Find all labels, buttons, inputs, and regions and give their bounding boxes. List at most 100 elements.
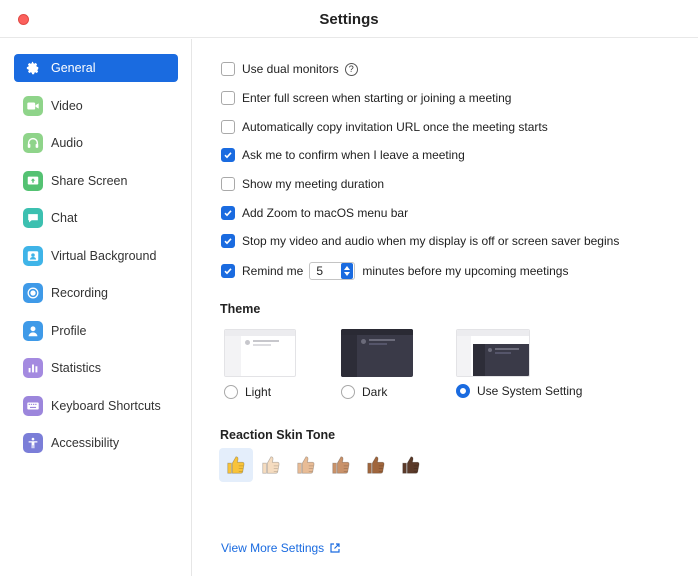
view-more-settings-link[interactable]: View More Settings xyxy=(221,541,341,555)
skin-tone-option[interactable] xyxy=(359,448,393,482)
link-label: View More Settings xyxy=(221,541,325,555)
record-icon xyxy=(23,283,43,303)
option-label: Enter full screen when starting or joini… xyxy=(242,91,512,105)
sidebar-item-audio[interactable]: Audio xyxy=(14,129,178,157)
sidebar-item-label: Video xyxy=(51,99,83,113)
theme-section-title: Theme xyxy=(220,302,261,316)
skin-tone-option[interactable] xyxy=(289,448,323,482)
thumbs-up-icon xyxy=(262,456,280,474)
stop-video-checkbox[interactable] xyxy=(221,234,235,248)
help-icon[interactable]: ? xyxy=(344,62,358,76)
sidebar-item-statistics[interactable]: Statistics xyxy=(14,354,178,382)
person-icon xyxy=(23,321,43,341)
sidebar-item-label: Recording xyxy=(51,286,108,300)
thumbs-up-icon xyxy=(297,456,315,474)
sidebar-item-label: Audio xyxy=(51,136,83,150)
sidebar-item-label: Chat xyxy=(51,211,78,225)
sidebar-item-video[interactable]: Video xyxy=(14,92,178,120)
full-screen-checkbox[interactable] xyxy=(221,91,235,105)
radio-label: Use System Setting xyxy=(477,384,583,398)
sidebar-item-label: Statistics xyxy=(51,361,102,375)
sidebar-item-virtual-background[interactable]: Virtual Background xyxy=(14,242,178,270)
theme-light-radio[interactable] xyxy=(224,385,238,399)
stepper-arrows[interactable] xyxy=(341,263,354,279)
theme-system-option[interactable]: Use System Setting xyxy=(456,384,582,398)
skin-tone-option[interactable] xyxy=(324,448,358,482)
keyboard-icon xyxy=(23,396,43,416)
thumbs-up-icon xyxy=(402,456,420,474)
window-title: Settings xyxy=(319,11,379,28)
titlebar: Settings xyxy=(0,0,698,38)
remind-checkbox[interactable] xyxy=(221,264,235,278)
checkmark-icon xyxy=(224,210,232,217)
chat-bubble-icon xyxy=(23,208,43,228)
theme-light-preview[interactable] xyxy=(224,329,296,377)
bar-chart-icon xyxy=(23,358,43,378)
dual-monitors-checkbox[interactable] xyxy=(221,62,235,76)
skin-tone-option[interactable] xyxy=(254,448,288,482)
confirm-leave-checkbox[interactable] xyxy=(221,148,235,162)
copy-invite-url-checkbox[interactable] xyxy=(221,120,235,134)
sidebar: General Video Audio Share Screen Chat Vi… xyxy=(0,39,192,576)
remind-minutes-value[interactable]: 5 xyxy=(310,264,341,278)
sidebar-item-label: Share Screen xyxy=(51,174,128,188)
gear-icon xyxy=(23,58,43,78)
option-label: Automatically copy invitation URL once t… xyxy=(242,120,548,134)
remind-prefix: Remind me xyxy=(242,264,304,278)
theme-system-radio[interactable] xyxy=(456,384,470,398)
full-screen-option[interactable]: Enter full screen when starting or joini… xyxy=(221,89,511,107)
radio-label: Light xyxy=(245,385,272,399)
general-settings-panel: Use dual monitors ? Enter full screen wh… xyxy=(193,39,698,576)
skin-tone-option[interactable] xyxy=(394,448,428,482)
stop-video-option[interactable]: Stop my video and audio when my display … xyxy=(221,232,619,250)
option-label: Add Zoom to macOS menu bar xyxy=(242,206,409,220)
share-screen-icon xyxy=(23,171,43,191)
meeting-duration-checkbox[interactable] xyxy=(221,177,235,191)
settings-window: Settings General Video Audio Share Scree… xyxy=(0,0,698,576)
checkmark-icon xyxy=(224,238,232,245)
remind-minutes-stepper[interactable]: 5 xyxy=(309,262,356,280)
sidebar-item-label: Virtual Background xyxy=(51,249,157,263)
option-label: Show my meeting duration xyxy=(242,177,385,191)
meeting-duration-option[interactable]: Show my meeting duration xyxy=(221,175,384,193)
sidebar-item-general[interactable]: General xyxy=(14,54,178,82)
sidebar-item-profile[interactable]: Profile xyxy=(14,317,178,345)
person-background-icon xyxy=(23,246,43,266)
headphones-icon xyxy=(23,133,43,153)
option-label: Ask me to confirm when I leave a meeting xyxy=(242,148,465,162)
sidebar-item-label: General xyxy=(51,61,96,75)
thumbs-up-icon xyxy=(367,456,385,474)
video-camera-icon xyxy=(23,96,43,116)
external-link-icon xyxy=(330,543,340,553)
checkmark-icon xyxy=(224,268,232,275)
thumbs-up-icon xyxy=(332,456,350,474)
theme-dark-radio[interactable] xyxy=(341,385,355,399)
theme-dark-option[interactable]: Dark xyxy=(341,385,387,399)
radio-label: Dark xyxy=(362,385,388,399)
confirm-leave-option[interactable]: Ask me to confirm when I leave a meeting xyxy=(221,146,465,164)
sidebar-item-chat[interactable]: Chat xyxy=(14,204,178,232)
sidebar-item-keyboard-shortcuts[interactable]: Keyboard Shortcuts xyxy=(14,392,178,420)
copy-invite-url-option[interactable]: Automatically copy invitation URL once t… xyxy=(221,118,548,136)
sidebar-item-label: Profile xyxy=(51,324,87,338)
skin-tone-section-title: Reaction Skin Tone xyxy=(220,428,336,442)
sidebar-item-label: Keyboard Shortcuts xyxy=(51,399,161,413)
sidebar-item-recording[interactable]: Recording xyxy=(14,279,178,307)
sidebar-item-share-screen[interactable]: Share Screen xyxy=(14,167,178,195)
sidebar-item-label: Accessibility xyxy=(51,436,120,450)
dual-monitors-option[interactable]: Use dual monitors ? xyxy=(221,60,358,78)
option-label: Stop my video and audio when my display … xyxy=(242,234,620,248)
theme-dark-preview[interactable] xyxy=(341,329,413,377)
menu-bar-option[interactable]: Add Zoom to macOS menu bar xyxy=(221,204,408,222)
remind-option[interactable]: Remind me 5 minutes before my upcoming m… xyxy=(221,262,568,280)
checkmark-icon xyxy=(224,152,232,159)
remind-suffix: minutes before my upcoming meetings xyxy=(362,264,569,278)
theme-light-option[interactable]: Light xyxy=(224,385,271,399)
menu-bar-checkbox[interactable] xyxy=(221,206,235,220)
skin-tone-option[interactable] xyxy=(219,448,253,482)
accessibility-icon xyxy=(23,433,43,453)
thumbs-up-icon xyxy=(227,456,245,474)
option-label: Use dual monitors xyxy=(242,62,339,76)
sidebar-item-accessibility[interactable]: Accessibility xyxy=(14,429,178,457)
theme-system-preview[interactable] xyxy=(456,329,530,377)
